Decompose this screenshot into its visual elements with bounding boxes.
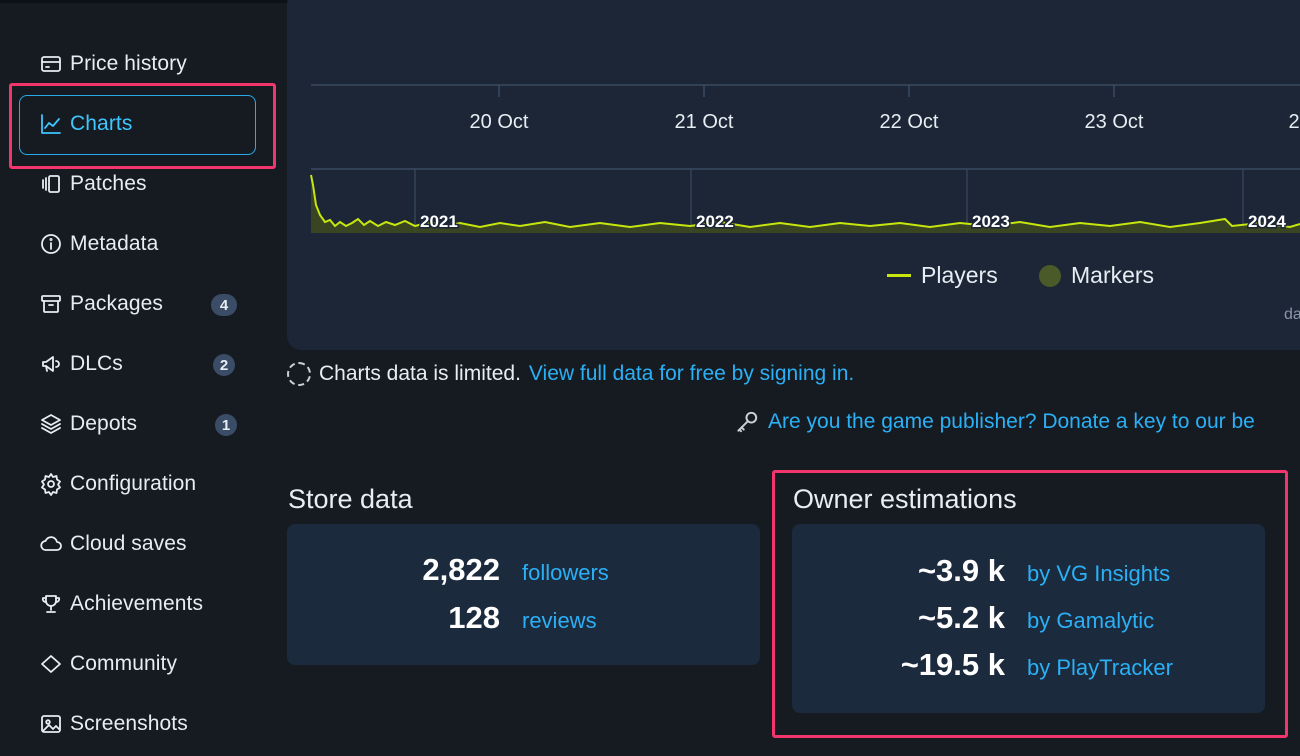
sidebar-item-community[interactable]: Community	[38, 646, 177, 682]
sidebar-item-cloud-saves[interactable]: Cloud saves	[38, 526, 187, 562]
cloud-icon	[38, 531, 64, 557]
date-tick-label: 2	[1288, 111, 1299, 133]
sidebar-item-label: Configuration	[70, 472, 197, 495]
store-stat-row: 2,822 followers	[380, 552, 609, 588]
store-data-title: Store data	[288, 484, 413, 514]
donate-key-link[interactable]: Are you the game publisher? Donate a key…	[768, 410, 1255, 434]
gear-icon	[38, 471, 64, 497]
players-chart[interactable]: 20 Oct 21 Oct 22 Oct 23 Oct 2 2021 2022 …	[0, 0, 1300, 356]
year-tick-label: 2024	[1248, 212, 1286, 231]
sidebar-item-label: Cloud saves	[70, 532, 187, 555]
image-icon	[38, 711, 64, 737]
store-data-panel	[287, 524, 760, 665]
chart-navigator[interactable]: 2021 2022 2023 2024	[310, 168, 1300, 233]
sidebar-item-screenshots[interactable]: Screenshots	[38, 706, 188, 742]
data-limited-notice: Charts data is limited. View full data f…	[287, 362, 854, 386]
year-tick-label: 2021	[420, 212, 458, 231]
chart-footer-text: da	[1284, 306, 1300, 323]
followers-link[interactable]: followers	[522, 560, 609, 586]
sidebar-item-depots[interactable]: Depots	[38, 406, 137, 442]
players-legend-swatch	[887, 274, 911, 277]
trophy-icon	[38, 591, 64, 617]
sidebar-item-label: Community	[70, 652, 178, 675]
key-icon	[737, 411, 758, 433]
layers-icon	[38, 411, 64, 437]
sidebar-item-label: Achievements	[70, 592, 204, 615]
sign-in-link[interactable]: View full data for free by signing in.	[529, 362, 854, 386]
markers-legend-swatch	[1039, 264, 1061, 287]
sidebar-item-label: Screenshots	[70, 712, 188, 735]
diamond-icon	[38, 651, 64, 677]
year-tick-label: 2022	[696, 212, 734, 231]
followers-count: 2,822	[422, 552, 500, 587]
notice-text: Charts data is limited.	[319, 362, 521, 385]
publisher-notice: Are you the game publisher? Donate a key…	[734, 409, 1255, 435]
date-tick-label: 21 Oct	[675, 111, 734, 133]
legend-label: Players	[921, 262, 998, 288]
reviews-count: 128	[448, 600, 500, 635]
reviews-link[interactable]: reviews	[522, 608, 597, 634]
loading-circle-icon	[287, 362, 311, 386]
date-tick-label: 22 Oct	[880, 111, 939, 133]
sidebar-item-achievements[interactable]: Achievements	[38, 586, 203, 622]
sidebar-item-configuration[interactable]: Configuration	[38, 466, 196, 502]
depots-count-badge: 1	[215, 414, 237, 436]
legend-markers[interactable]: Markers	[1039, 262, 1154, 289]
legend-label: Markers	[1071, 262, 1155, 288]
date-tick-label: 20 Oct	[470, 111, 529, 133]
sidebar-item-label: Depots	[70, 412, 138, 435]
date-tick-label: 23 Oct	[1085, 111, 1144, 133]
legend-players[interactable]: Players	[887, 262, 998, 289]
dlcs-count-badge: 2	[213, 354, 235, 376]
year-tick-label: 2023	[972, 212, 1010, 231]
highlight-owner-estimations	[772, 470, 1288, 738]
store-stat-row: 128 reviews	[380, 600, 597, 636]
players-line	[310, 174, 1300, 229]
